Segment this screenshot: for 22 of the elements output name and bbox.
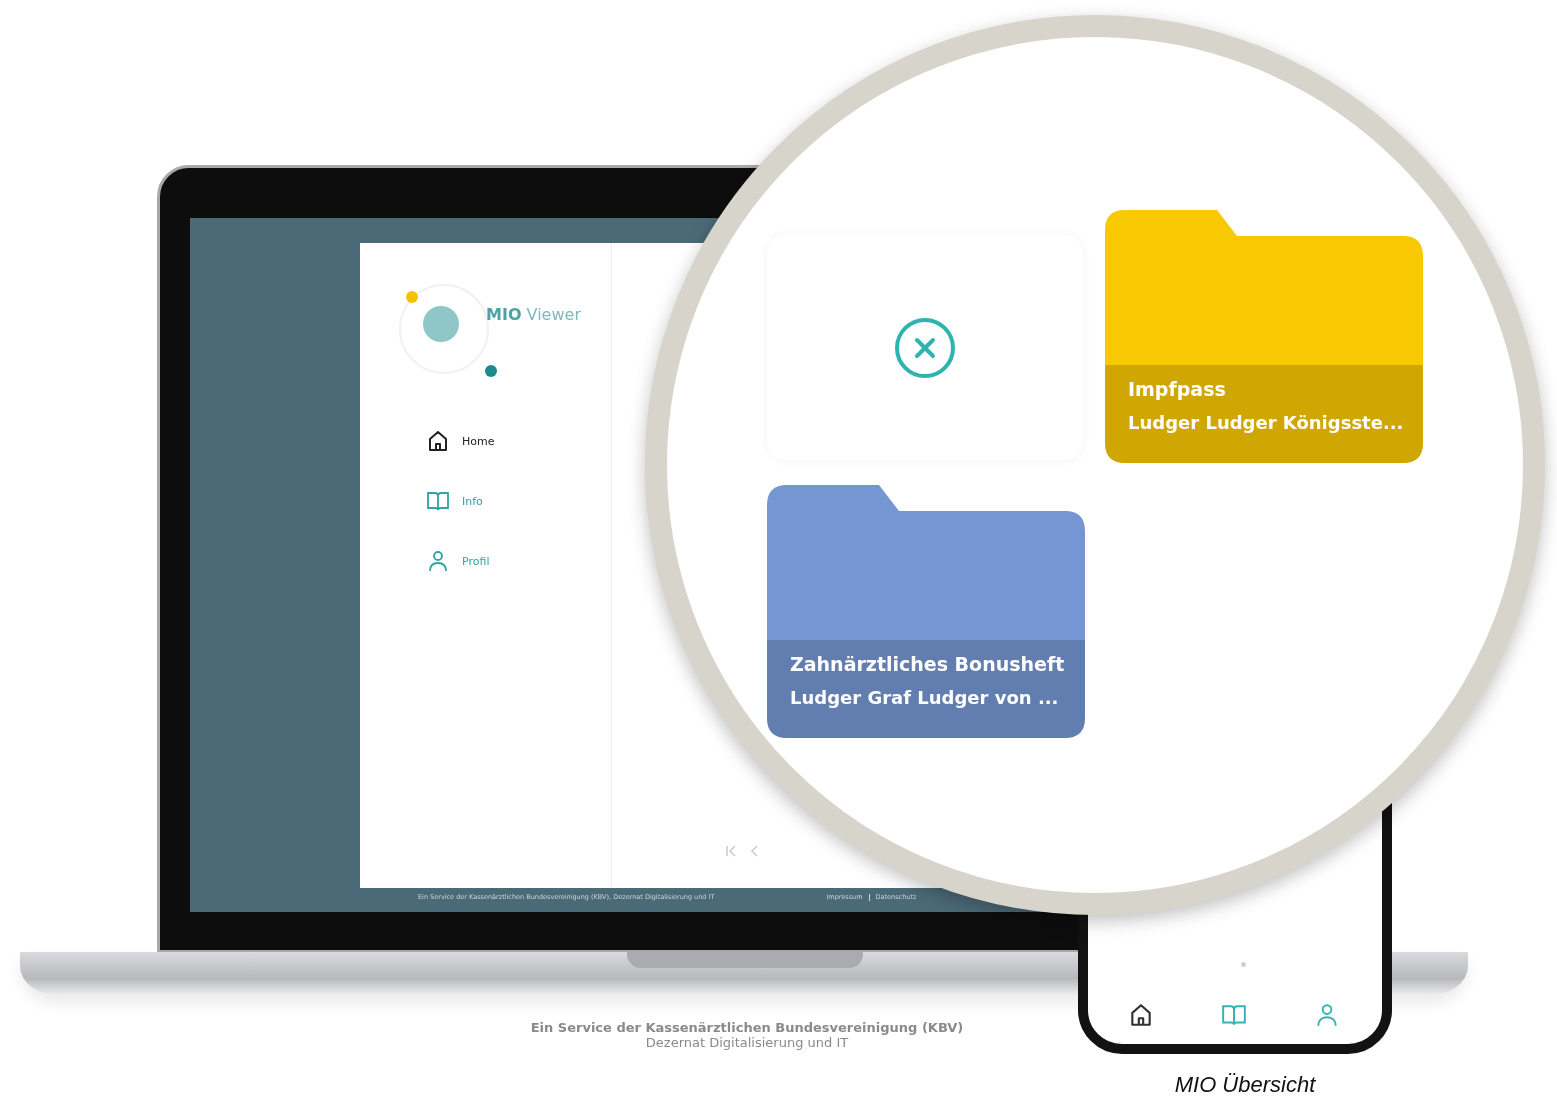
book-icon[interactable]	[1221, 1002, 1247, 1028]
folder-card[interactable]: Zahnärztliches Bonusheft Ludger Graf Ludger von ...	[767, 485, 1085, 738]
nav-item[interactable]: Home	[426, 429, 611, 453]
nav-item[interactable]: Profil	[426, 549, 611, 573]
credit-subtext: Dezernat Digitalisierung und IT	[645, 1035, 849, 1050]
folder-subtitle: Ludger Ludger Königsste...	[1128, 412, 1405, 433]
page-indicator-dot	[1241, 962, 1246, 967]
folder-subtitle: Ludger Graf Ludger von ...	[790, 687, 1060, 708]
folder-title: Zahnärztliches Bonusheft	[790, 653, 1066, 675]
user-icon	[426, 549, 450, 573]
caption: MIO Übersicht	[1173, 1072, 1317, 1098]
first-page-icon[interactable]	[724, 844, 738, 858]
user-icon[interactable]	[1314, 1002, 1340, 1028]
book-icon	[426, 489, 450, 513]
close-icon[interactable]	[893, 315, 957, 380]
app-logo-text: MIO Viewer	[486, 304, 581, 324]
home-icon	[426, 429, 450, 453]
credit-text: Ein Service der Kassenärztlichen Bundesvereinigung (KBV)	[530, 1020, 964, 1035]
folder-card[interactable]: Impfpass Ludger Ludger Königsste...	[1105, 210, 1423, 463]
folder-title: Impfpass	[1128, 378, 1227, 400]
nav-item[interactable]: Info	[426, 489, 611, 513]
home-icon[interactable]	[1128, 1002, 1154, 1028]
